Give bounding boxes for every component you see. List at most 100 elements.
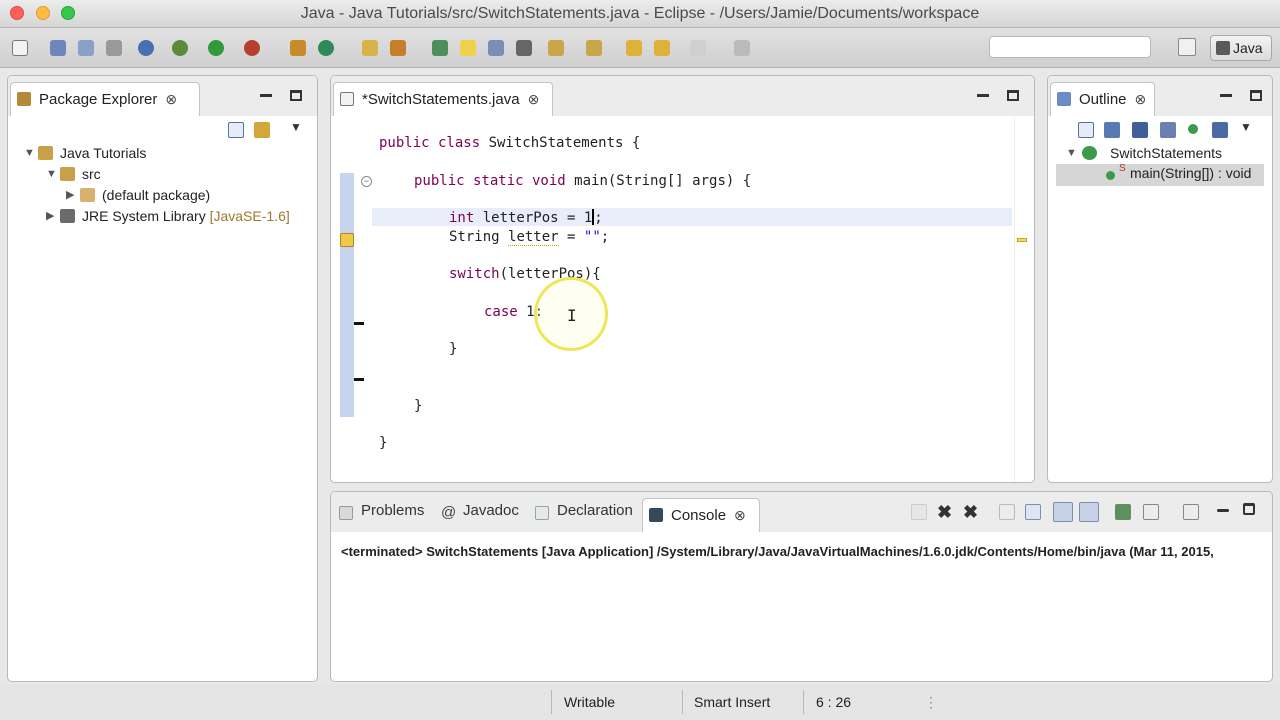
run-external-tools-icon[interactable] [244,40,260,56]
mark-occurrences-icon[interactable] [460,40,476,56]
forward-arrow-icon[interactable] [690,40,706,56]
next-annotation-icon[interactable] [548,40,564,56]
code-line: } [449,341,458,357]
tab-declaration[interactable]: Declaration [533,502,633,530]
hide-fields-icon[interactable] [1132,122,1148,138]
method-signature: main(String[]) : void [1130,165,1252,181]
tab-outline[interactable]: Outline ⊗ [1050,82,1155,116]
remove-launch-icon[interactable]: ✖ [937,502,953,522]
package-icon [80,188,95,202]
close-tab-icon[interactable]: ⊗ [1135,91,1147,107]
open-type-icon[interactable] [362,40,378,56]
view-minmax [260,86,302,102]
collapsed-triangle-icon[interactable]: ▶ [46,206,54,226]
run-icon[interactable] [208,40,224,56]
fold-toggle-icon[interactable]: − [361,176,372,187]
expanded-triangle-icon[interactable]: ▼ [24,143,35,163]
tree-item-project[interactable]: ▼ Java Tutorials [24,143,146,163]
tab-javadoc[interactable]: @ Javadoc [439,502,519,530]
expanded-triangle-icon[interactable]: ▼ [46,164,57,184]
hide-static-icon[interactable] [1160,122,1176,138]
tab-problems[interactable]: Problems [337,502,424,530]
outline-class-node[interactable]: ▼ SwitchStatements [1066,143,1222,163]
insert-mode-status[interactable]: Smart Insert [694,694,770,710]
open-task-icon[interactable] [432,40,448,56]
close-tab-icon[interactable]: ⊗ [165,91,177,107]
last-edit-location-icon[interactable] [626,40,642,56]
hide-local-types-icon[interactable] [1212,122,1228,138]
code-line: public static void main(String[] args) { [414,173,752,189]
view-menu-icon[interactable]: ▼ [1240,120,1256,136]
maximize-view-icon[interactable] [1243,503,1255,515]
overview-ruler[interactable] [1014,117,1028,482]
tab-console[interactable]: Console ⊗ [642,498,760,532]
outline-panel: Outline ⊗ ▼ ▼ SwitchStatements S main(Str… [1047,75,1273,483]
code-editor[interactable]: − public class SwitchStatements { public… [332,117,1034,482]
java-perspective-button[interactable]: Java [1210,35,1272,61]
hide-non-public-icon[interactable] [1188,124,1198,134]
maximize-view-icon[interactable] [290,89,302,101]
status-divider [551,690,552,714]
new-java-project-icon[interactable] [290,40,306,56]
show-console-stdout-icon[interactable] [1053,502,1073,522]
window-title: Java - Java Tutorials/src/SwitchStatemen… [300,5,980,22]
pin-console-icon[interactable] [1115,504,1131,520]
javadoc-icon: @ [441,504,457,521]
block-selection-icon[interactable] [488,40,504,56]
minimize-view-icon[interactable] [260,93,272,97]
class-name: SwitchStatements [1110,145,1223,161]
close-tab-icon[interactable]: ⊗ [528,91,540,107]
save-icon[interactable] [50,40,66,56]
save-all-icon[interactable] [78,40,94,56]
open-console-icon[interactable] [1183,504,1199,520]
skip-breakpoints-icon[interactable] [138,40,154,56]
display-selected-console-icon[interactable] [1143,504,1159,520]
collapsed-triangle-icon[interactable]: ▶ [66,185,74,205]
search-icon[interactable] [390,40,406,56]
previous-annotation-icon[interactable] [586,40,602,56]
console-output[interactable]: <terminated> SwitchStatements [Java Appl… [341,544,1214,559]
problems-icon [339,506,353,520]
status-more-icon[interactable]: ⋮ [924,694,938,711]
show-whitespace-icon[interactable] [516,40,532,56]
warning-overview-marker[interactable] [1017,238,1027,242]
maximize-view-icon[interactable] [1250,89,1262,101]
source-folder-icon [60,167,75,181]
expanded-triangle-icon[interactable]: ▼ [1066,143,1077,163]
print-icon[interactable] [106,40,122,56]
warning-icon[interactable] [340,233,354,247]
close-tab-icon[interactable]: ⊗ [734,507,746,523]
scroll-lock-icon[interactable] [1025,504,1041,520]
outline-header: Outline ⊗ [1048,76,1272,116]
terminate-icon[interactable] [911,504,927,520]
collapse-all-icon[interactable] [228,122,244,138]
show-console-stderr-icon[interactable] [1079,502,1099,522]
public-method-icon [1106,171,1115,180]
back-arrow-icon[interactable] [654,40,670,56]
tree-item-src[interactable]: ▼ src [46,164,101,184]
tab-switchstatements-java[interactable]: *SwitchStatements.java ⊗ [333,82,553,116]
new-class-icon[interactable] [318,40,334,56]
clear-console-icon[interactable] [999,504,1015,520]
outline-method-node[interactable]: S main(String[]) : void [1056,163,1264,186]
sort-icon[interactable] [1104,122,1120,138]
quick-access-input[interactable] [989,36,1151,58]
remove-all-launches-icon[interactable]: ✖ [963,502,979,522]
tree-qualifier: [JavaSE-1.6] [209,208,290,224]
tree-label: (default package) [102,187,211,203]
minimize-view-icon[interactable] [1217,509,1229,512]
tree-item-jre-library[interactable]: ▶ JRE System Library [JavaSE-1.6] [46,206,290,226]
minimize-view-icon[interactable] [977,93,989,97]
open-perspective-icon[interactable] [1178,38,1196,56]
declaration-icon [535,506,549,520]
link-with-editor-icon[interactable] [254,122,270,138]
tree-item-default-package[interactable]: ▶ (default package) [66,185,210,205]
new-icon[interactable] [12,40,28,56]
maximize-view-icon[interactable] [1007,89,1019,101]
view-menu-icon[interactable]: ▼ [290,120,306,136]
debug-icon[interactable] [172,40,188,56]
tab-package-explorer[interactable]: Package Explorer ⊗ [10,82,200,116]
collapse-all-icon[interactable] [1078,122,1094,138]
pin-editor-icon[interactable] [734,40,750,56]
minimize-view-icon[interactable] [1220,93,1232,97]
